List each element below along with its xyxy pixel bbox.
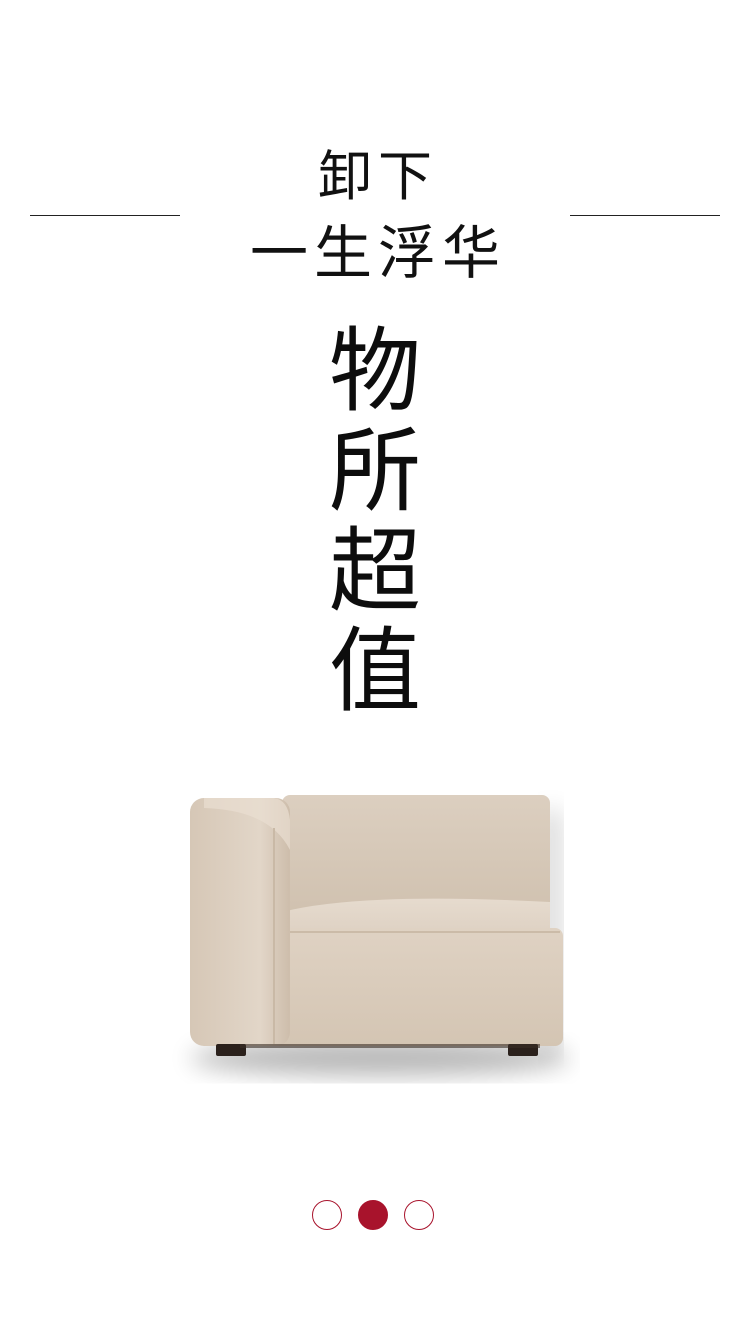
tagline-line-2: 一生浮华 [249,219,506,287]
page-indicator [312,1199,442,1231]
page-dot-1[interactable] [312,1200,342,1230]
page-dot-2-active[interactable] [358,1200,388,1230]
headline-char: 所 [328,418,421,525]
page-dot-3[interactable] [404,1200,434,1230]
headline-char: 物 [328,318,421,425]
divider-left [30,215,180,216]
sofa-image [170,780,580,1100]
tagline-line-1: 卸下 [318,145,438,208]
divider-right [570,215,720,216]
headline-char: 超 [328,518,421,625]
headline-vertical: 物 所 超 值 [325,322,425,722]
headline-char: 值 [328,618,421,725]
